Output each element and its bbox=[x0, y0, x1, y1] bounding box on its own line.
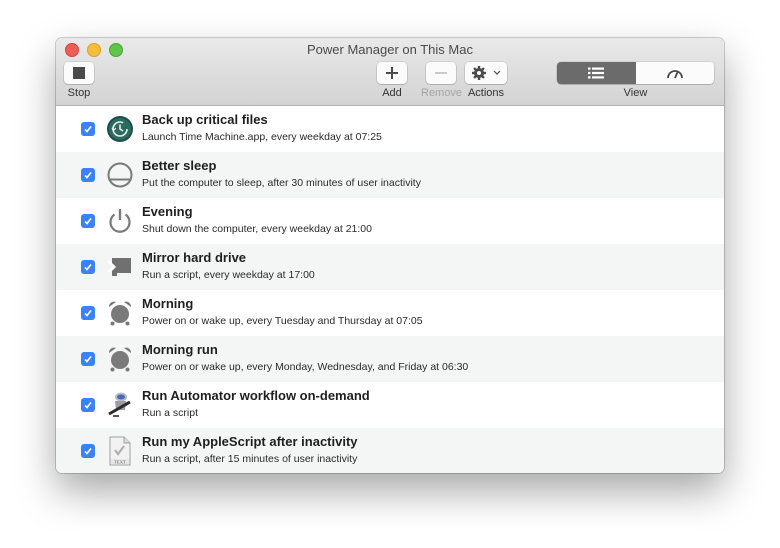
event-description: Shut down the computer, every weekday at… bbox=[142, 223, 372, 235]
event-title: Run Automator workflow on-demand bbox=[142, 388, 370, 403]
list-item[interactable]: Back up critical files Launch Time Machi… bbox=[56, 106, 724, 152]
terminal-icon bbox=[106, 252, 134, 282]
checkmark-icon bbox=[84, 356, 92, 363]
event-list: Back up critical files Launch Time Machi… bbox=[56, 106, 724, 473]
view-tool: View bbox=[557, 62, 714, 99]
list-item[interactable]: Mirror hard drive Run a script, every we… bbox=[56, 244, 724, 290]
event-description: Launch Time Machine.app, every weekday a… bbox=[142, 131, 382, 143]
event-description: Put the computer to sleep, after 30 minu… bbox=[142, 177, 421, 189]
remove-button[interactable] bbox=[426, 62, 457, 84]
enabled-checkbox[interactable] bbox=[81, 306, 95, 320]
add-button[interactable] bbox=[377, 62, 407, 84]
checkmark-icon bbox=[84, 264, 92, 271]
minus-icon bbox=[435, 72, 448, 74]
checkmark-icon bbox=[84, 172, 92, 179]
stop-button[interactable] bbox=[64, 62, 94, 84]
enabled-checkbox[interactable] bbox=[81, 398, 95, 412]
event-title: Morning bbox=[142, 296, 194, 311]
plus-icon bbox=[386, 67, 398, 79]
enabled-checkbox[interactable] bbox=[81, 260, 95, 274]
enabled-checkbox[interactable] bbox=[81, 168, 95, 182]
list-item[interactable]: Morning run Power on or wake up, every M… bbox=[56, 336, 724, 382]
enabled-checkbox[interactable] bbox=[81, 352, 95, 366]
list-item[interactable]: Morning Power on or wake up, every Tuesd… bbox=[56, 290, 724, 336]
actions-button[interactable] bbox=[465, 62, 507, 84]
gauge-icon bbox=[666, 70, 683, 79]
view-gauge-button[interactable] bbox=[635, 62, 714, 84]
view-label: View bbox=[623, 87, 648, 99]
add-label: Add bbox=[382, 87, 402, 99]
event-description: Run a script, after 15 minutes of user i… bbox=[142, 453, 358, 465]
checkmark-icon bbox=[84, 126, 92, 133]
power-manager-window: Power Manager on This Mac Stop Add Remov… bbox=[56, 38, 724, 473]
sleep-icon bbox=[106, 160, 134, 190]
enabled-checkbox[interactable] bbox=[81, 122, 95, 136]
list-item[interactable]: Run Automator workflow on-demand Run a s… bbox=[56, 382, 724, 428]
list-item[interactable]: Evening Shut down the computer, every we… bbox=[56, 198, 724, 244]
automator-icon bbox=[106, 390, 134, 420]
event-description: Power on or wake up, every Monday, Wedne… bbox=[142, 361, 469, 373]
stop-icon bbox=[73, 67, 85, 79]
event-title: Evening bbox=[142, 204, 193, 219]
checkmark-icon bbox=[84, 310, 92, 317]
checkmark-icon bbox=[84, 448, 92, 455]
time-machine-icon bbox=[106, 114, 134, 144]
actions-label: Actions bbox=[467, 87, 505, 99]
view-list-button[interactable] bbox=[557, 62, 636, 84]
checkmark-icon bbox=[84, 402, 92, 409]
stop-label: Stop bbox=[67, 87, 91, 99]
applescript-text-icon: TEXT bbox=[106, 436, 134, 466]
list-item[interactable]: TEXT Run my AppleScript after inactivity… bbox=[56, 428, 724, 473]
event-description: Power on or wake up, every Tuesday and T… bbox=[142, 315, 423, 327]
event-description: Run a script bbox=[142, 407, 199, 419]
alarm-clock-icon bbox=[106, 344, 134, 374]
window-title: Power Manager on This Mac bbox=[307, 42, 473, 57]
remove-tool: Remove bbox=[421, 62, 462, 99]
gear-icon bbox=[472, 66, 486, 80]
event-title: Morning run bbox=[142, 342, 218, 357]
list-item[interactable]: Better sleep Put the computer to sleep, … bbox=[56, 152, 724, 198]
titlebar-toolbar: Power Manager on This Mac Stop Add Remov… bbox=[56, 38, 724, 106]
event-title: Mirror hard drive bbox=[142, 250, 247, 265]
event-title: Better sleep bbox=[142, 158, 217, 173]
svg-text:TEXT: TEXT bbox=[114, 460, 126, 465]
list-icon bbox=[588, 67, 605, 79]
event-title: Run my AppleScript after inactivity bbox=[142, 434, 358, 449]
enabled-checkbox[interactable] bbox=[81, 214, 95, 228]
remove-label: Remove bbox=[421, 87, 462, 99]
enabled-checkbox[interactable] bbox=[81, 444, 95, 458]
checkmark-icon bbox=[84, 218, 92, 225]
actions-tool: Actions bbox=[465, 62, 507, 99]
event-description: Run a script, every weekday at 17:00 bbox=[142, 269, 315, 281]
view-segmented-control[interactable] bbox=[557, 62, 714, 84]
event-title: Back up critical files bbox=[142, 112, 268, 127]
alarm-clock-icon bbox=[106, 298, 134, 328]
stop-tool: Stop bbox=[64, 62, 94, 99]
add-tool: Add bbox=[377, 62, 407, 99]
chevron-down-icon bbox=[493, 70, 501, 75]
power-icon bbox=[106, 206, 134, 236]
